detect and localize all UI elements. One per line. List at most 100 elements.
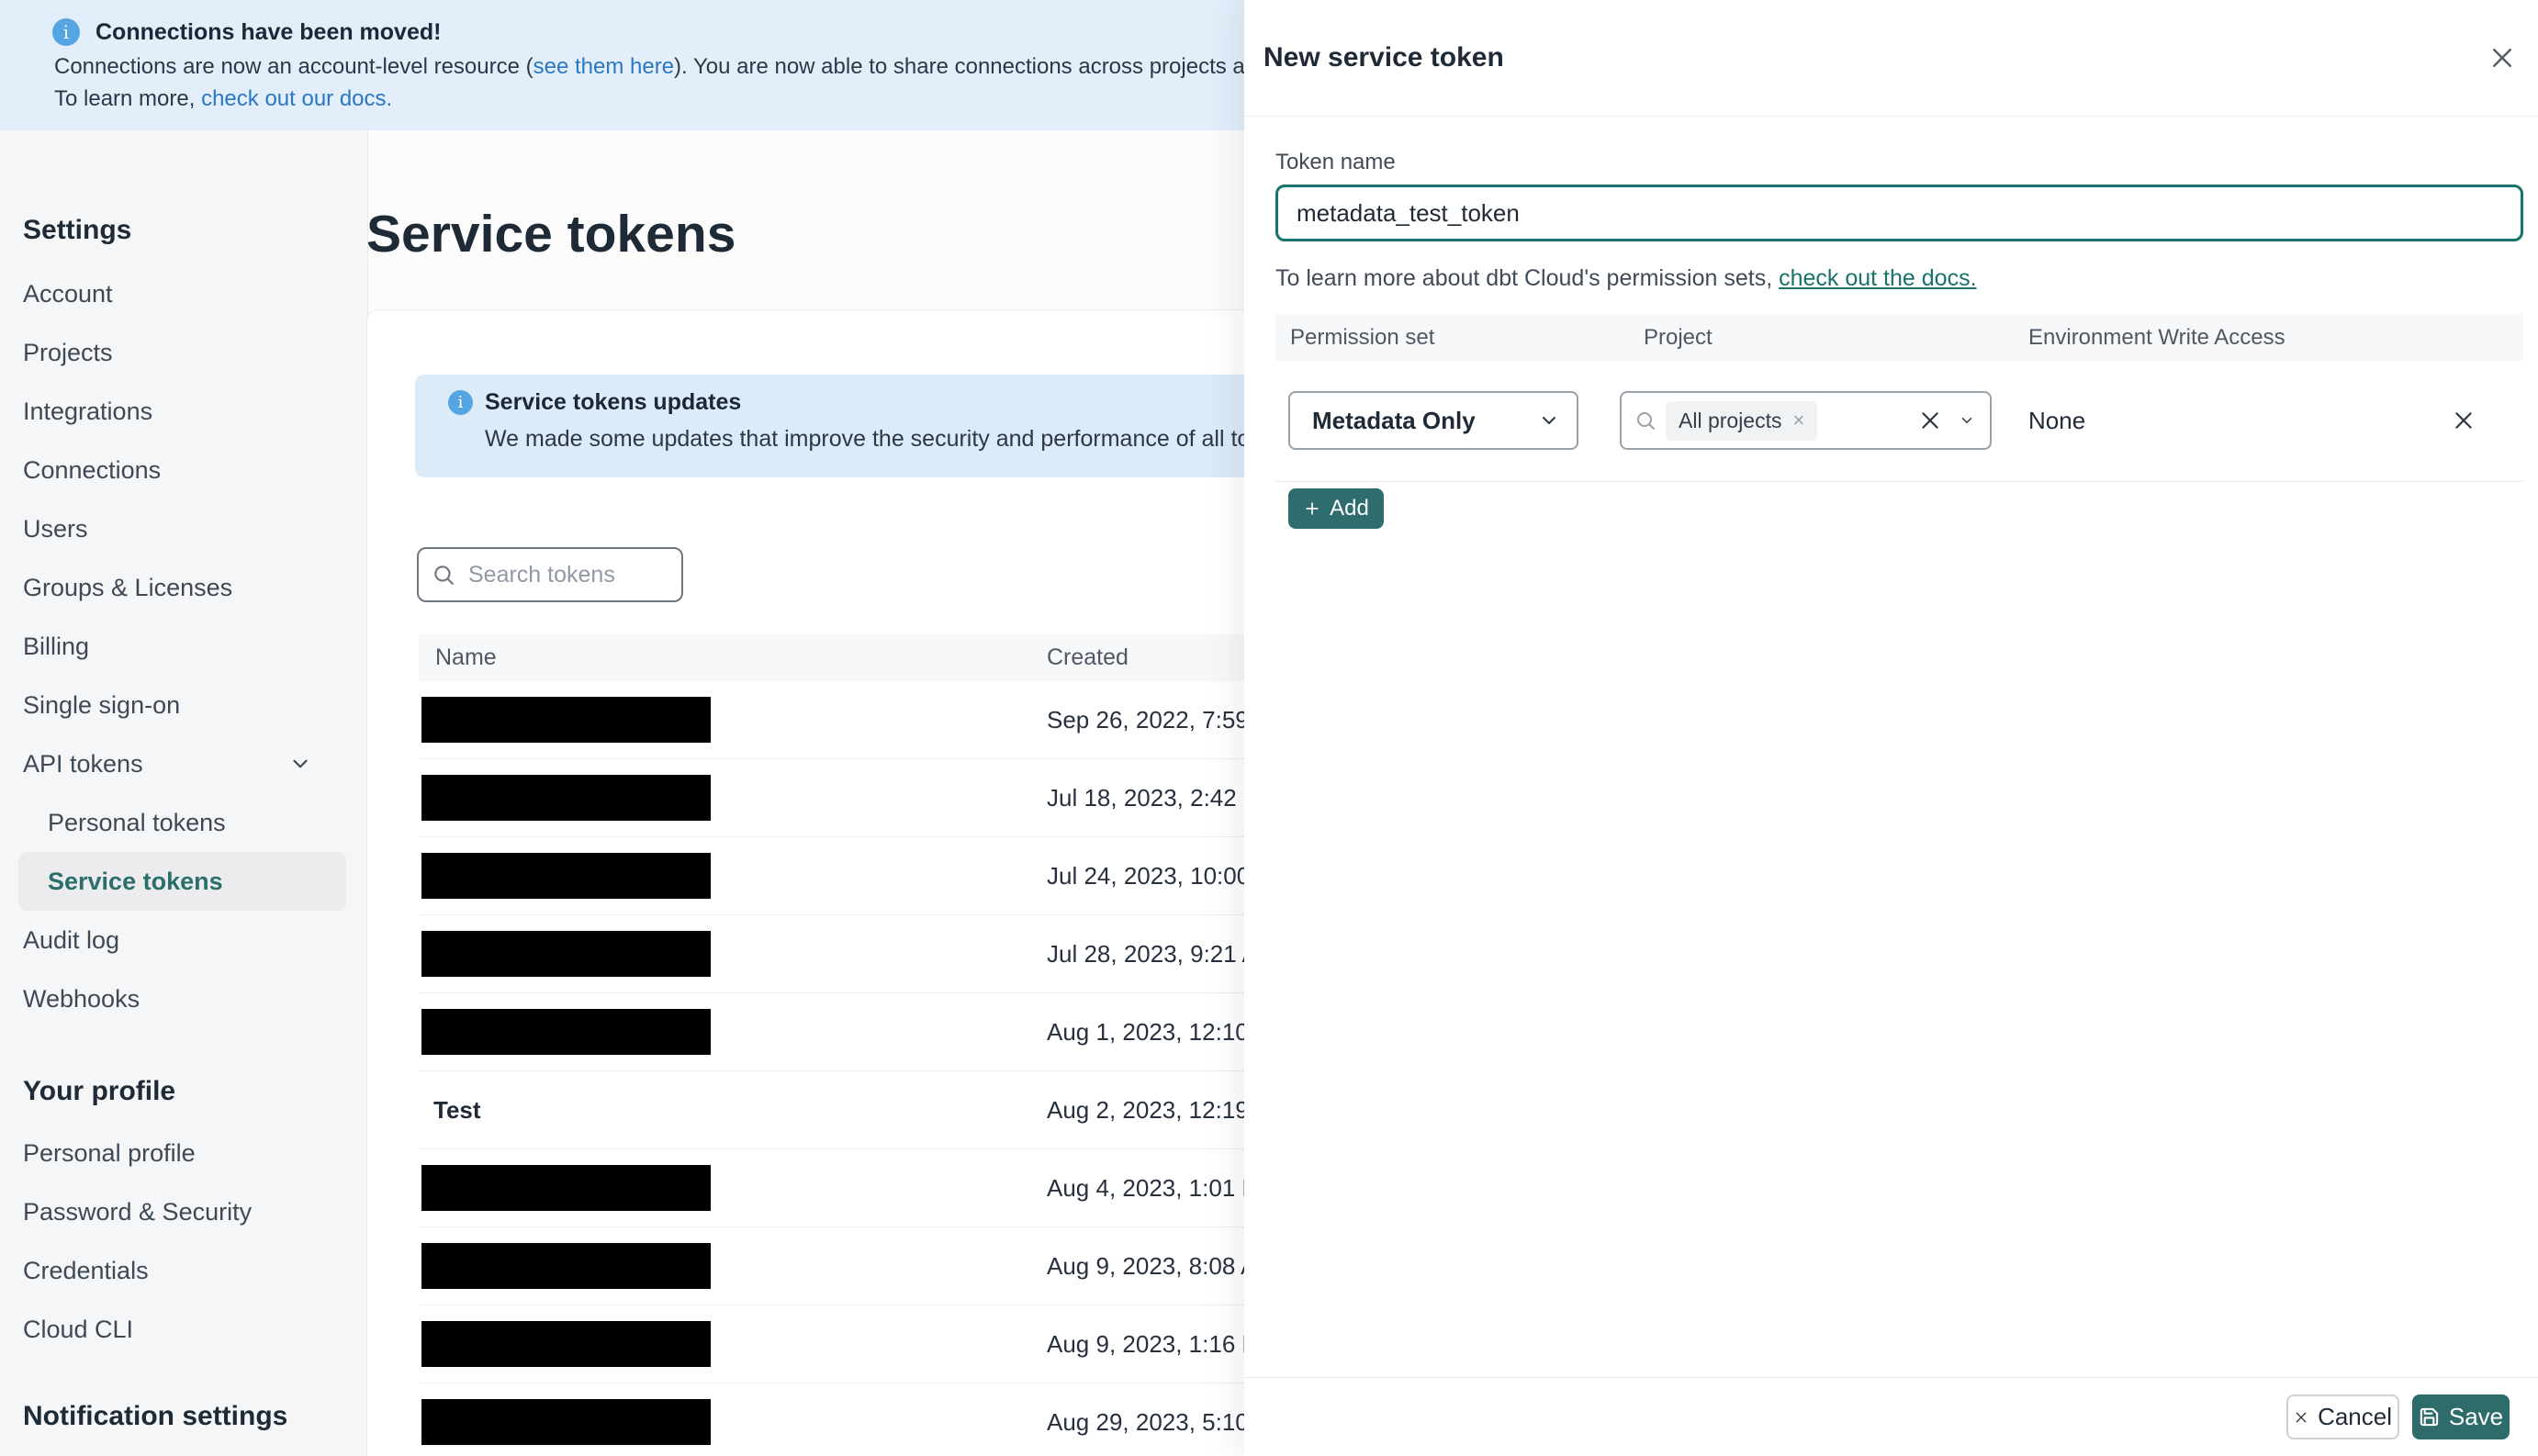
- sidebar-item-single-sign-on[interactable]: Single sign-on: [0, 676, 367, 734]
- search-tokens-box[interactable]: [417, 547, 683, 602]
- sidebar-item-label: Service tokens: [48, 867, 223, 895]
- all-projects-chip[interactable]: All projects ×: [1666, 400, 1818, 441]
- sidebar-item-label: Projects: [23, 338, 113, 366]
- column-project: Project: [1644, 324, 1713, 350]
- sidebar-item-integrations[interactable]: Integrations: [0, 382, 367, 441]
- sidebar-item-users[interactable]: Users: [0, 499, 367, 558]
- token-name-cell: Test: [419, 1096, 1047, 1125]
- info-icon: i: [448, 390, 473, 415]
- sidebar-item-label: Credentials: [23, 1256, 149, 1284]
- panel-title: New service token: [1263, 42, 1504, 73]
- redacted-name: [421, 1009, 711, 1055]
- redacted-name: [421, 1321, 711, 1367]
- add-label: Add: [1330, 496, 1369, 521]
- sidebar-item-credentials[interactable]: Credentials: [0, 1241, 367, 1300]
- close-icon[interactable]: [2488, 44, 2516, 72]
- permission-row: Metadata Only All projects × None: [1275, 361, 2523, 482]
- redacted-name: [421, 1399, 711, 1445]
- redacted-name: [421, 775, 711, 821]
- sidebar-item-personal-tokens[interactable]: Personal tokens: [0, 793, 367, 852]
- token-name-cell: [419, 1165, 1047, 1211]
- token-name-cell: [419, 1399, 1047, 1445]
- sidebar-item-label: Password & Security: [23, 1197, 253, 1226]
- info-icon: i: [52, 18, 80, 46]
- sidebar-item-account[interactable]: Account: [0, 264, 367, 323]
- token-name: Test: [433, 1095, 481, 1124]
- check-out-docs-link[interactable]: check out our docs.: [201, 86, 392, 111]
- sidebar-item-connections[interactable]: Connections: [0, 441, 367, 499]
- see-them-here-link[interactable]: see them here: [533, 54, 674, 79]
- token-name-input[interactable]: [1278, 198, 2521, 228]
- sidebar-item-service-tokens[interactable]: Service tokens: [18, 852, 346, 911]
- column-environment-write-access: Environment Write Access: [2028, 324, 2285, 350]
- add-permission-button[interactable]: Add: [1288, 488, 1384, 529]
- cancel-label: Cancel: [2318, 1403, 2392, 1430]
- sidebar-item-projects[interactable]: Projects: [0, 323, 367, 382]
- column-created: Created: [1047, 644, 1129, 670]
- sidebar-item-api-tokens[interactable]: API tokens: [0, 734, 367, 793]
- chevron-down-icon: [293, 759, 308, 768]
- token-name-field: [1275, 185, 2523, 241]
- save-button[interactable]: Save: [2412, 1394, 2510, 1439]
- sidebar-item-personal-profile[interactable]: Personal profile: [0, 1124, 367, 1182]
- banner-title: Connections have been moved!: [95, 18, 442, 45]
- docs-text: To learn more about dbt Cloud's permissi…: [1275, 265, 1780, 291]
- environment-write-access-value: None: [2028, 406, 2086, 434]
- remove-row-icon[interactable]: [2452, 409, 2476, 432]
- sidebar-item-label: Users: [23, 514, 88, 543]
- search-icon: [1637, 412, 1655, 430]
- column-permission-set: Permission set: [1290, 324, 1435, 350]
- chevron-down-icon[interactable]: [1959, 412, 1975, 429]
- your-profile-heading: Your profile: [23, 1076, 176, 1106]
- token-name-cell: [419, 1009, 1047, 1055]
- sidebar-item-webhooks[interactable]: Webhooks: [0, 969, 367, 1028]
- token-name-cell: [419, 853, 1047, 899]
- settings-sidebar: Settings Account Projects Integrations Conn…: [0, 130, 368, 1456]
- sidebar-item-label: Integrations: [23, 397, 153, 425]
- check-out-the-docs-link[interactable]: check out the docs.: [1779, 265, 1976, 291]
- sidebar-item-cloud-cli[interactable]: Cloud CLI: [0, 1300, 367, 1359]
- sidebar-title: Settings: [23, 215, 132, 245]
- token-name-cell: [419, 697, 1047, 743]
- sidebar-item-audit-log[interactable]: Audit log: [0, 911, 367, 969]
- sidebar-item-label: Audit log: [23, 925, 120, 954]
- redacted-name: [421, 1165, 711, 1211]
- search-input[interactable]: [466, 560, 654, 589]
- sidebar-item-label: Connections: [23, 455, 162, 484]
- sidebar-item-label: Single sign-on: [23, 690, 181, 719]
- new-service-token-panel: New service token Token name To learn mo…: [1244, 0, 2538, 1456]
- notice-title: Service tokens updates: [485, 389, 742, 415]
- sidebar-item-password-security[interactable]: Password & Security: [0, 1182, 367, 1241]
- redacted-name: [421, 931, 711, 977]
- banner-text: To learn more,: [54, 86, 202, 111]
- sidebar-item-label: Groups & Licenses: [23, 573, 233, 601]
- panel-body: Token name To learn more about dbt Cloud…: [1244, 150, 2538, 529]
- token-name-label: Token name: [1275, 150, 1396, 174]
- search-icon: [434, 566, 454, 585]
- redacted-name: [421, 697, 711, 743]
- sidebar-item-groups-licenses[interactable]: Groups & Licenses: [0, 558, 367, 617]
- page: i Connections have been moved! Connectio…: [0, 0, 2538, 1456]
- column-name: Name: [435, 644, 497, 670]
- permissions-table-header: Permission set Project Environment Write…: [1275, 314, 2523, 361]
- redacted-name: [421, 853, 711, 899]
- project-multiselect[interactable]: All projects ×: [1620, 391, 1992, 450]
- sidebar-item-label: API tokens: [23, 749, 143, 778]
- token-name-cell: [419, 931, 1047, 977]
- permission-docs-line: To learn more about dbt Cloud's permissi…: [1275, 265, 2523, 292]
- sidebar-item-label: Personal tokens: [48, 808, 226, 836]
- chip-label: All projects: [1679, 408, 1782, 432]
- cancel-button[interactable]: Cancel: [2286, 1394, 2399, 1439]
- chevron-down-icon: [1543, 417, 1555, 424]
- sidebar-item-label: Account: [23, 279, 113, 308]
- chip-remove-icon[interactable]: ×: [1792, 410, 1804, 431]
- permission-set-value: Metadata Only: [1312, 406, 1476, 434]
- permission-set-select[interactable]: Metadata Only: [1288, 391, 1578, 450]
- plus-icon: [1306, 502, 1319, 515]
- sidebar-item-billing[interactable]: Billing: [0, 617, 367, 676]
- save-label: Save: [2448, 1403, 2504, 1430]
- panel-footer: Cancel Save: [1244, 1377, 2538, 1456]
- clear-icon[interactable]: [1918, 409, 1942, 432]
- sidebar-item-label: Cloud CLI: [23, 1315, 134, 1343]
- token-name-cell: [419, 1321, 1047, 1367]
